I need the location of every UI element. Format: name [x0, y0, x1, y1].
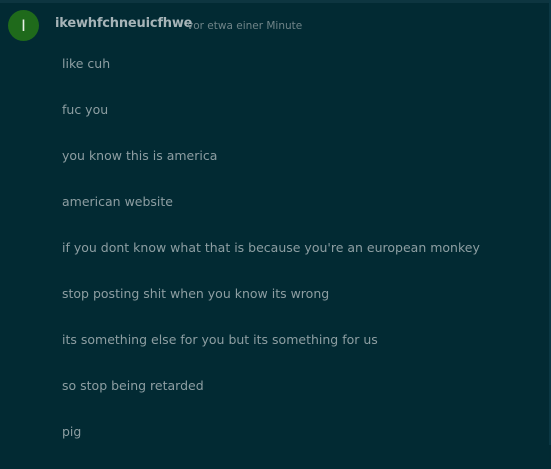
top-divider: [0, 0, 551, 3]
message-line: its something else for you but its somet…: [62, 332, 378, 347]
message-line: if you dont know what that is because yo…: [62, 240, 480, 255]
username[interactable]: ikewhfchneuicfhwe: [55, 16, 192, 31]
message-line: pig: [62, 424, 82, 439]
message-line: like cuh: [62, 56, 111, 71]
message-list: like cuh fuc you you know this is americ…: [62, 55, 480, 469]
timestamp: vor etwa einer Minute: [187, 20, 303, 32]
message-line: you know this is america: [62, 148, 218, 163]
message-line: american website: [62, 194, 173, 209]
avatar[interactable]: I: [8, 10, 39, 41]
message-line: so stop being retarded: [62, 378, 204, 393]
message-line: fuc you: [62, 102, 109, 117]
message-line: stop posting shit when you know its wron…: [62, 286, 330, 301]
